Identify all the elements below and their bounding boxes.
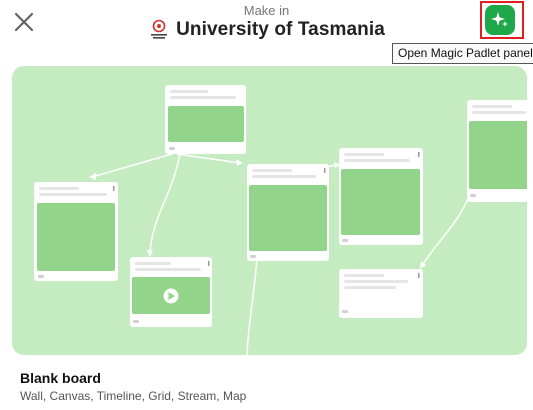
post-card: [339, 269, 423, 318]
post-card: [165, 85, 246, 154]
template-title: Blank board: [20, 370, 101, 386]
make-in-label: Make in: [243, 3, 290, 18]
organization-name: University of Tasmania: [176, 19, 385, 40]
sparkles-icon: [491, 12, 508, 27]
workspace-selector[interactable]: University of Tasmania: [0, 18, 533, 42]
post-card: [247, 164, 329, 261]
post-card-video: [130, 257, 212, 327]
post-card: [467, 100, 527, 202]
post-card: [339, 148, 423, 245]
board-preview-illustration: [34, 85, 527, 355]
magic-padlet-button[interactable]: [485, 5, 515, 35]
post-card: [34, 182, 118, 281]
template-formats: Wall, Canvas, Timeline, Grid, Stream, Ma…: [20, 389, 247, 403]
magic-padlet-tooltip: Open Magic Padlet panel: [392, 43, 533, 64]
university-logo-icon: [151, 19, 168, 39]
board-preview[interactable]: [12, 66, 527, 355]
